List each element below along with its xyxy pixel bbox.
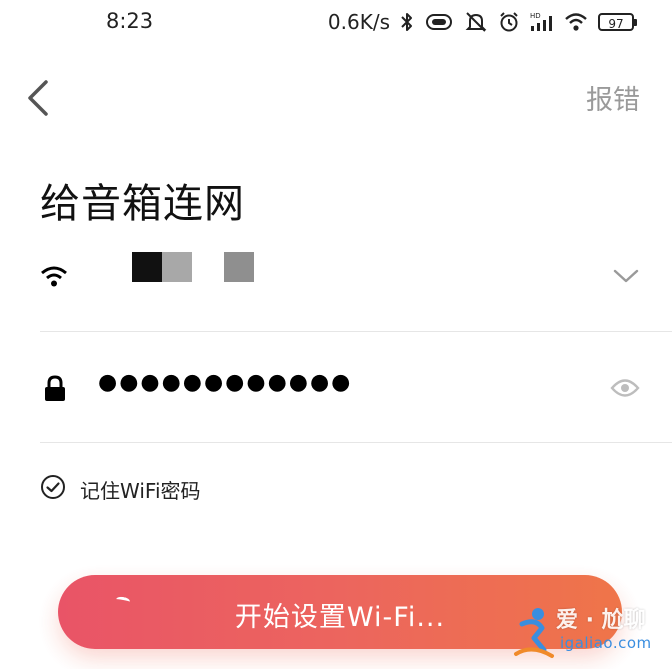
svg-text:HD: HD	[530, 12, 541, 20]
check-circle-icon	[40, 474, 66, 504]
wifi-icon	[40, 265, 68, 291]
lock-icon	[43, 375, 67, 407]
ssid-obscured	[132, 252, 162, 282]
remember-password-label: 记住WiFi密码	[80, 478, 201, 503]
chevron-left-icon	[20, 80, 60, 126]
net-speed: 0.6K/s	[327, 10, 390, 34]
mute-icon	[464, 11, 488, 33]
password-row: ●●●●●●●●●●●●	[40, 360, 672, 420]
wifi-network-selector[interactable]	[40, 246, 672, 308]
ssid-obscured	[224, 252, 254, 282]
page-title: 给音箱连网	[40, 181, 245, 227]
password-field[interactable]: ●●●●●●●●●●●●	[98, 370, 352, 395]
ssid-obscured	[162, 252, 192, 282]
wifi-status-icon	[564, 12, 588, 32]
divider	[40, 331, 672, 332]
watermark-title: 爱 · 尬聊	[556, 608, 646, 633]
signal-hd-icon: HD	[530, 11, 554, 33]
back-button[interactable]	[20, 74, 60, 122]
report-button[interactable]: 报错	[586, 78, 640, 117]
status-time: 8:23	[106, 9, 154, 33]
divider	[40, 442, 672, 443]
bluetooth-icon	[400, 11, 414, 33]
remember-password-checkbox[interactable]: 记住WiFi密码	[40, 474, 201, 504]
status-bar: 8:23 0.6K/s HD 97	[0, 0, 672, 44]
chevron-down-icon[interactable]	[612, 268, 640, 288]
watermark-logo-icon	[512, 604, 556, 664]
alarm-icon	[498, 11, 520, 33]
battery-icon: 97	[598, 13, 637, 31]
status-indicators: 0.6K/s HD 97	[327, 8, 637, 36]
eye-icon[interactable]	[610, 377, 640, 403]
vibrate-icon	[424, 12, 454, 32]
watermark-url: igaliao.com	[560, 634, 652, 652]
watermark: 爱 · 尬聊 igaliao.com	[506, 598, 666, 664]
